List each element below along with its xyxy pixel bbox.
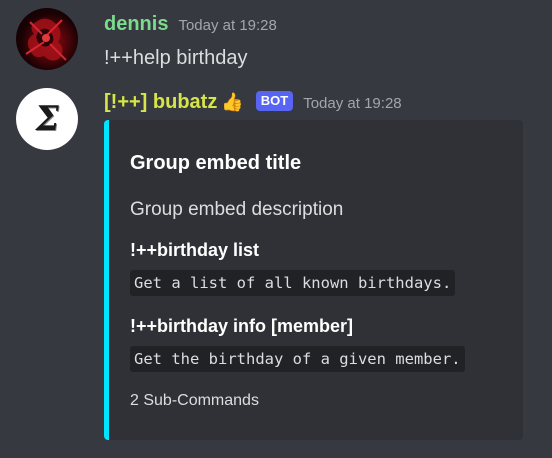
avatar[interactable]: Σ bbox=[16, 88, 78, 150]
timestamp: Today at 19:28 bbox=[178, 17, 277, 34]
message-header: [!++] bubatz 👍 BOT Today at 19:28 bbox=[104, 90, 402, 114]
chat-area: dennis Today at 19:28 !++help birthday Σ… bbox=[0, 0, 552, 458]
field-value-code: Get the birthday of a given member. bbox=[130, 346, 465, 372]
username[interactable]: dennis bbox=[104, 12, 168, 36]
dennis-avatar-icon bbox=[25, 18, 67, 61]
avatar[interactable] bbox=[16, 8, 78, 70]
timestamp: Today at 19:28 bbox=[303, 95, 402, 112]
embed-footer: 2 Sub-Commands bbox=[130, 392, 259, 409]
field-name: !++birthday list bbox=[130, 240, 260, 260]
thumbs-up-icon: 👍 bbox=[221, 92, 244, 113]
field-value-code: Get a list of all known birthdays. bbox=[130, 270, 456, 296]
embed-title: Group embed title bbox=[130, 152, 302, 174]
username[interactable]: [!++] bubatz bbox=[104, 90, 217, 114]
field-name: !++birthday info [member] bbox=[130, 316, 354, 336]
bot-badge: BOT bbox=[255, 91, 294, 111]
embed: Group embed title Group embed descriptio… bbox=[104, 120, 523, 440]
sigma-logo-icon: Σ bbox=[32, 99, 62, 139]
embed-description: Group embed description bbox=[130, 199, 344, 220]
message-content: !++help birthday bbox=[104, 47, 248, 69]
message-header: dennis Today at 19:28 bbox=[104, 12, 277, 36]
